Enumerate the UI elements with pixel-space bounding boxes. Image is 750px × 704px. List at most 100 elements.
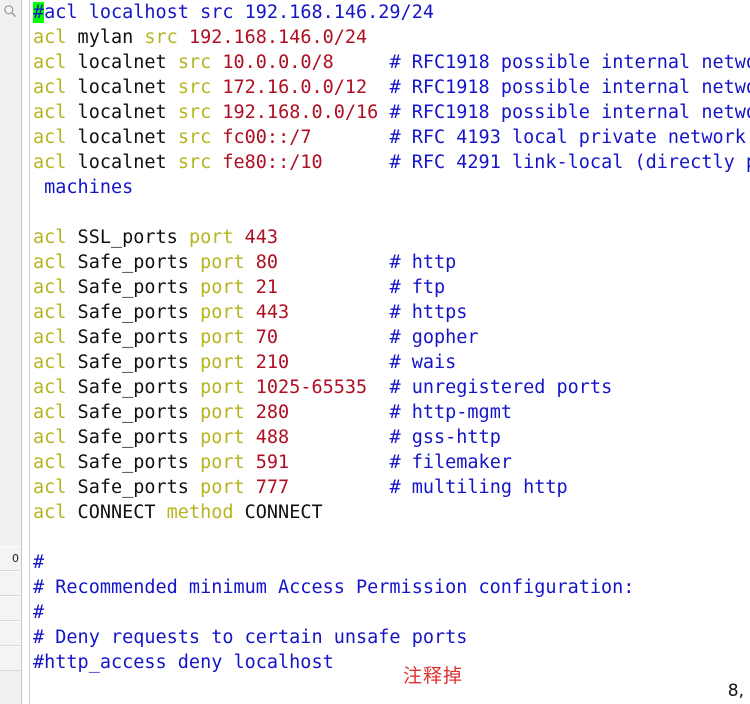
code-token: localnet xyxy=(66,152,178,173)
code-token: Safe_ports xyxy=(66,352,201,373)
code-line[interactable]: acl Safe_ports port 1025-65535 # unregis… xyxy=(33,375,750,400)
code-token: 280 xyxy=(255,402,290,423)
code-line[interactable]: machines xyxy=(33,175,750,200)
code-token: src xyxy=(177,152,212,173)
code-token: 192.168.0.0/16 xyxy=(222,102,379,123)
gutter-row[interactable] xyxy=(0,646,21,671)
editor-gutter[interactable]: 0 xyxy=(0,0,22,704)
code-token: acl xyxy=(33,377,67,398)
code-token: Safe_ports xyxy=(66,477,201,498)
code-token: 591 xyxy=(255,452,290,473)
editor-fold-rail xyxy=(22,0,30,704)
code-line[interactable]: acl localnet src fc00::/7 # RFC 4193 loc… xyxy=(33,125,750,150)
code-token: acl xyxy=(33,152,67,173)
code-line[interactable]: acl localnet src fe80::/10 # RFC 4291 li… xyxy=(33,150,750,175)
code-token: acl xyxy=(33,252,67,273)
code-line[interactable]: acl Safe_ports port 591 # filemaker xyxy=(33,450,750,475)
gutter-line-number-rows[interactable]: 0 xyxy=(0,546,21,671)
code-token: # http-mgmt xyxy=(389,402,512,423)
code-token: Safe_ports xyxy=(66,252,201,273)
code-token: port xyxy=(188,227,234,248)
code-token: acl xyxy=(33,77,67,98)
code-line[interactable]: # xyxy=(33,600,750,625)
code-token: acl xyxy=(33,277,67,298)
code-line[interactable]: acl Safe_ports port 210 # wais xyxy=(33,350,750,375)
code-token: port xyxy=(200,277,245,298)
code-token: acl xyxy=(33,302,67,323)
code-token: Safe_ports xyxy=(66,452,201,473)
code-text-area[interactable]: #acl localhost src 192.168.146.29/24 acl … xyxy=(30,0,750,704)
code-token: 488 xyxy=(255,427,290,448)
code-token: 21 xyxy=(255,277,279,298)
code-token: port xyxy=(200,427,245,448)
code-token: Safe_ports xyxy=(66,327,201,348)
magnifier-icon[interactable] xyxy=(3,3,17,18)
code-token: machines xyxy=(33,177,134,198)
code-token: Safe_ports xyxy=(66,427,201,448)
code-token: localnet xyxy=(66,77,178,98)
code-token: acl xyxy=(33,52,67,73)
code-line[interactable]: acl Safe_ports port 488 # gss-http xyxy=(33,425,750,450)
code-token: fc00::/7 xyxy=(222,127,312,148)
code-line[interactable] xyxy=(33,525,750,550)
code-token: # RFC 4193 local private network range xyxy=(389,127,746,148)
code-token: # unregistered ports xyxy=(389,377,613,398)
code-token: 443 xyxy=(244,227,279,248)
code-line[interactable]: acl Safe_ports port 70 # gopher xyxy=(33,325,750,350)
code-line[interactable]: acl Safe_ports port 777 # multiling http xyxy=(33,475,750,500)
code-token: src xyxy=(177,102,212,123)
code-line[interactable]: # Recommended minimum Access Permission … xyxy=(33,575,750,600)
code-line[interactable]: acl localnet src 192.168.0.0/16 # RFC191… xyxy=(33,100,750,125)
code-token: acl xyxy=(33,402,67,423)
code-token: method xyxy=(166,502,234,523)
code-line[interactable]: acl Safe_ports port 443 # https xyxy=(33,300,750,325)
code-token: 210 xyxy=(255,352,290,373)
code-line[interactable]: acl Safe_ports port 80 # http xyxy=(33,250,750,275)
code-line[interactable]: acl SSL_ports port 443 xyxy=(33,225,750,250)
code-line[interactable]: # Deny requests to certain unsafe ports xyxy=(33,625,750,650)
status-bar-cursor-position: 8, xyxy=(727,681,744,701)
gutter-row[interactable]: 0 xyxy=(0,546,21,571)
code-token: src xyxy=(177,77,212,98)
code-token: # RFC1918 possible internal network xyxy=(389,102,750,123)
code-token: port xyxy=(200,377,245,398)
gutter-row[interactable] xyxy=(0,596,21,621)
code-token: 192.168.146.0/24 xyxy=(188,27,368,48)
code-token: port xyxy=(200,252,245,273)
code-token: 70 xyxy=(255,327,279,348)
code-token: port xyxy=(200,352,245,373)
code-token: acl xyxy=(33,227,67,248)
code-line[interactable]: #acl localhost src 192.168.146.29/24 xyxy=(33,0,750,25)
code-line[interactable]: acl Safe_ports port 280 # http-mgmt xyxy=(33,400,750,425)
code-line[interactable]: acl localnet src 10.0.0.0/8 # RFC1918 po… xyxy=(33,50,750,75)
gutter-row[interactable] xyxy=(0,621,21,646)
code-line[interactable]: # xyxy=(33,550,750,575)
code-line[interactable]: acl mylan src 192.168.146.0/24 xyxy=(33,25,750,50)
code-token: localnet xyxy=(66,52,178,73)
code-line[interactable]: acl localnet src 172.16.0.0/12 # RFC1918… xyxy=(33,75,750,100)
code-line[interactable] xyxy=(33,200,750,225)
red-annotation-label: 注释掉 xyxy=(403,665,464,687)
gutter-row[interactable] xyxy=(0,571,21,596)
code-line[interactable]: acl CONNECT method CONNECT xyxy=(33,500,750,525)
code-token: # Recommended minimum Access Permission … xyxy=(33,577,635,598)
code-line[interactable]: acl Safe_ports port 21 # ftp xyxy=(33,275,750,300)
code-token: port xyxy=(200,402,245,423)
code-token: # multiling http xyxy=(389,477,568,498)
code-line[interactable]: #http_access deny localhost xyxy=(33,650,750,675)
